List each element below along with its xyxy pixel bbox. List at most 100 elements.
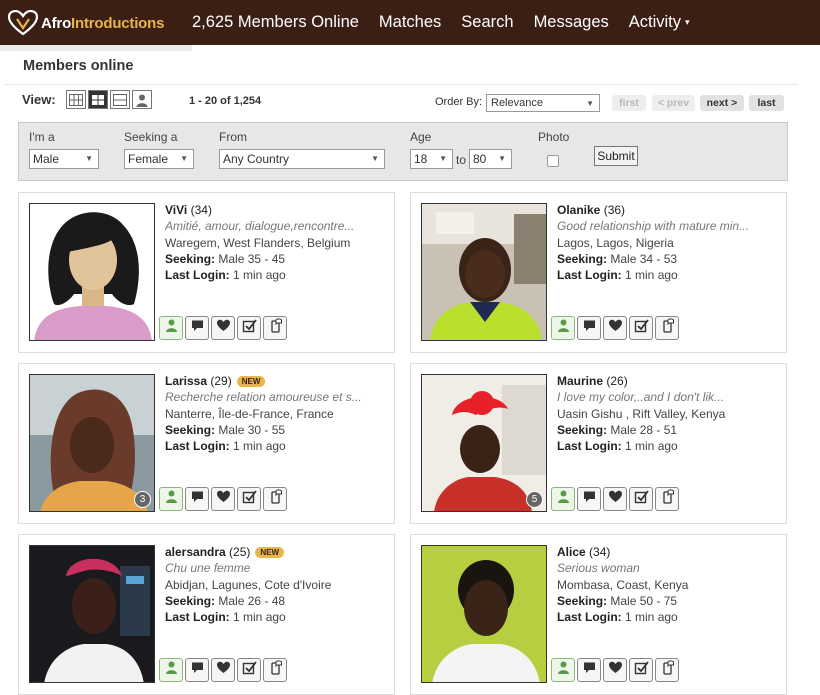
seeking-value: Male 34 - 53	[610, 252, 678, 266]
age-min-select[interactable]: 18 ▼	[410, 149, 453, 169]
member-photo[interactable]: 5	[421, 374, 547, 512]
send-message-button[interactable]	[577, 658, 601, 682]
member-name[interactable]: Alice	[557, 545, 586, 559]
view-list-button[interactable]	[110, 90, 130, 109]
mobile-message-button[interactable]	[263, 316, 287, 340]
view-profile-button[interactable]	[551, 658, 575, 682]
order-by-value: Relevance	[491, 97, 543, 109]
nav-activity[interactable]: Activity ▾	[629, 13, 690, 32]
member-card: 3 Larissa (29) NEW Recherche relation amour…	[18, 363, 395, 524]
country-select[interactable]: Any Country ▼	[219, 149, 385, 169]
seeking-value: Male 30 - 55	[218, 423, 286, 437]
view-profile-button[interactable]	[159, 658, 183, 682]
shortlist-button[interactable]	[237, 316, 261, 340]
view-profile-button[interactable]	[159, 487, 183, 511]
photo-count-badge[interactable]: 3	[134, 491, 151, 508]
favorite-button[interactable]	[603, 658, 627, 682]
member-info: ViVi (34) Amitié, amour, dialogue,rencont…	[165, 203, 390, 284]
photo-checkbox[interactable]	[547, 155, 559, 167]
last-login-value: 1 min ago	[233, 439, 286, 453]
mobile-chat-icon	[268, 318, 283, 338]
mobile-message-button[interactable]	[655, 487, 679, 511]
view-profile-button[interactable]	[159, 316, 183, 340]
mobile-message-button[interactable]	[263, 487, 287, 511]
favorite-button[interactable]	[211, 658, 235, 682]
favorite-button[interactable]	[603, 487, 627, 511]
member-photo[interactable]: 3	[29, 374, 155, 512]
heart-icon	[608, 489, 623, 509]
nav-messages[interactable]: Messages	[534, 13, 609, 32]
im-a-select[interactable]: Male ▼	[29, 149, 99, 169]
send-message-button[interactable]	[185, 487, 209, 511]
heart-icon	[608, 660, 623, 680]
shortlist-button[interactable]	[629, 487, 653, 511]
shortlist-button[interactable]	[237, 487, 261, 511]
send-message-button[interactable]	[577, 316, 601, 340]
member-name[interactable]: Larissa	[165, 374, 207, 388]
member-name-line: Larissa (29) NEW	[165, 374, 390, 390]
search-filter-bar: I'm a Male ▼ Seeking a Female ▼ From Any C…	[18, 122, 788, 181]
member-card: 5 Maurine (26) I love my color,..and I don…	[410, 363, 787, 524]
nav-search[interactable]: Search	[461, 13, 513, 32]
age-max-select[interactable]: 80 ▼	[469, 149, 512, 169]
favorite-button[interactable]	[211, 316, 235, 340]
member-name[interactable]: Olanike	[557, 203, 600, 217]
pager-prev-button[interactable]: < prev	[652, 95, 695, 111]
view-profile-button[interactable]	[132, 90, 152, 109]
submit-button[interactable]: Submit	[594, 146, 638, 166]
member-photo[interactable]	[29, 203, 155, 341]
member-name[interactable]: ViVi	[165, 203, 187, 217]
nav-members-online[interactable]: 2,625 Members Online	[192, 13, 359, 32]
heart-icon	[216, 489, 231, 509]
view-grid-small-button[interactable]	[66, 90, 86, 109]
nav-matches[interactable]: Matches	[379, 13, 441, 32]
last-login-value: 1 min ago	[233, 268, 286, 282]
member-name[interactable]: Maurine	[557, 374, 603, 388]
member-info: Larissa (29) NEW Recherche relation amoure…	[165, 374, 390, 455]
member-name-line: Alice (34)	[557, 545, 782, 561]
member-location: Nanterre, Île-de-France, France	[165, 407, 334, 421]
member-card: ViVi (34) Amitié, amour, dialogue,rencont…	[18, 192, 395, 353]
age-max-value: 80	[473, 152, 487, 166]
results-range: 1 - 20 of 1,254	[189, 95, 262, 107]
mobile-message-button[interactable]	[655, 316, 679, 340]
photo-count-badge[interactable]: 5	[526, 491, 543, 508]
view-profile-button[interactable]	[551, 487, 575, 511]
seeking-label: Seeking:	[557, 252, 608, 266]
member-photo[interactable]	[29, 545, 155, 683]
order-by-select[interactable]: Relevance ▼	[486, 94, 600, 112]
view-grid-large-button[interactable]	[88, 90, 108, 109]
send-message-button[interactable]	[185, 316, 209, 340]
last-login-value: 1 min ago	[625, 268, 678, 282]
favorite-button[interactable]	[211, 487, 235, 511]
age-min-value: 18	[414, 152, 428, 166]
seeking-select[interactable]: Female ▼	[124, 149, 194, 169]
shortlist-button[interactable]	[237, 658, 261, 682]
view-profile-button[interactable]	[551, 316, 575, 340]
member-card: Alice (34) Serious woman Mombasa, Coast, K…	[410, 534, 787, 695]
member-actions	[551, 487, 679, 511]
chevron-down-icon: ▾	[685, 17, 690, 28]
member-last-login: Last Login: 1 min ago	[165, 610, 390, 626]
member-name[interactable]: alersandra	[165, 545, 226, 559]
shortlist-button[interactable]	[629, 316, 653, 340]
im-a-label: I'm a	[29, 130, 55, 144]
member-last-login: Last Login: 1 min ago	[165, 268, 390, 284]
mobile-message-button[interactable]	[263, 658, 287, 682]
pager-first-button[interactable]: first	[612, 95, 646, 111]
pager-last-button[interactable]: last	[749, 95, 784, 111]
shortlist-button[interactable]	[629, 658, 653, 682]
pager-next-button[interactable]: next >	[700, 95, 744, 111]
mobile-chat-icon	[660, 660, 675, 680]
member-photo[interactable]	[421, 203, 547, 341]
view-mode-switcher	[66, 90, 152, 109]
send-message-button[interactable]	[577, 487, 601, 511]
member-tagline: I love my color,..and I don't lik...	[557, 390, 725, 404]
site-logo[interactable]: AfroIntroductions	[8, 8, 164, 38]
member-tagline: Amitié, amour, dialogue,rencontre...	[165, 219, 355, 233]
favorite-button[interactable]	[603, 316, 627, 340]
member-photo[interactable]	[421, 545, 547, 683]
mobile-message-button[interactable]	[655, 658, 679, 682]
last-login-value: 1 min ago	[233, 610, 286, 624]
send-message-button[interactable]	[185, 658, 209, 682]
